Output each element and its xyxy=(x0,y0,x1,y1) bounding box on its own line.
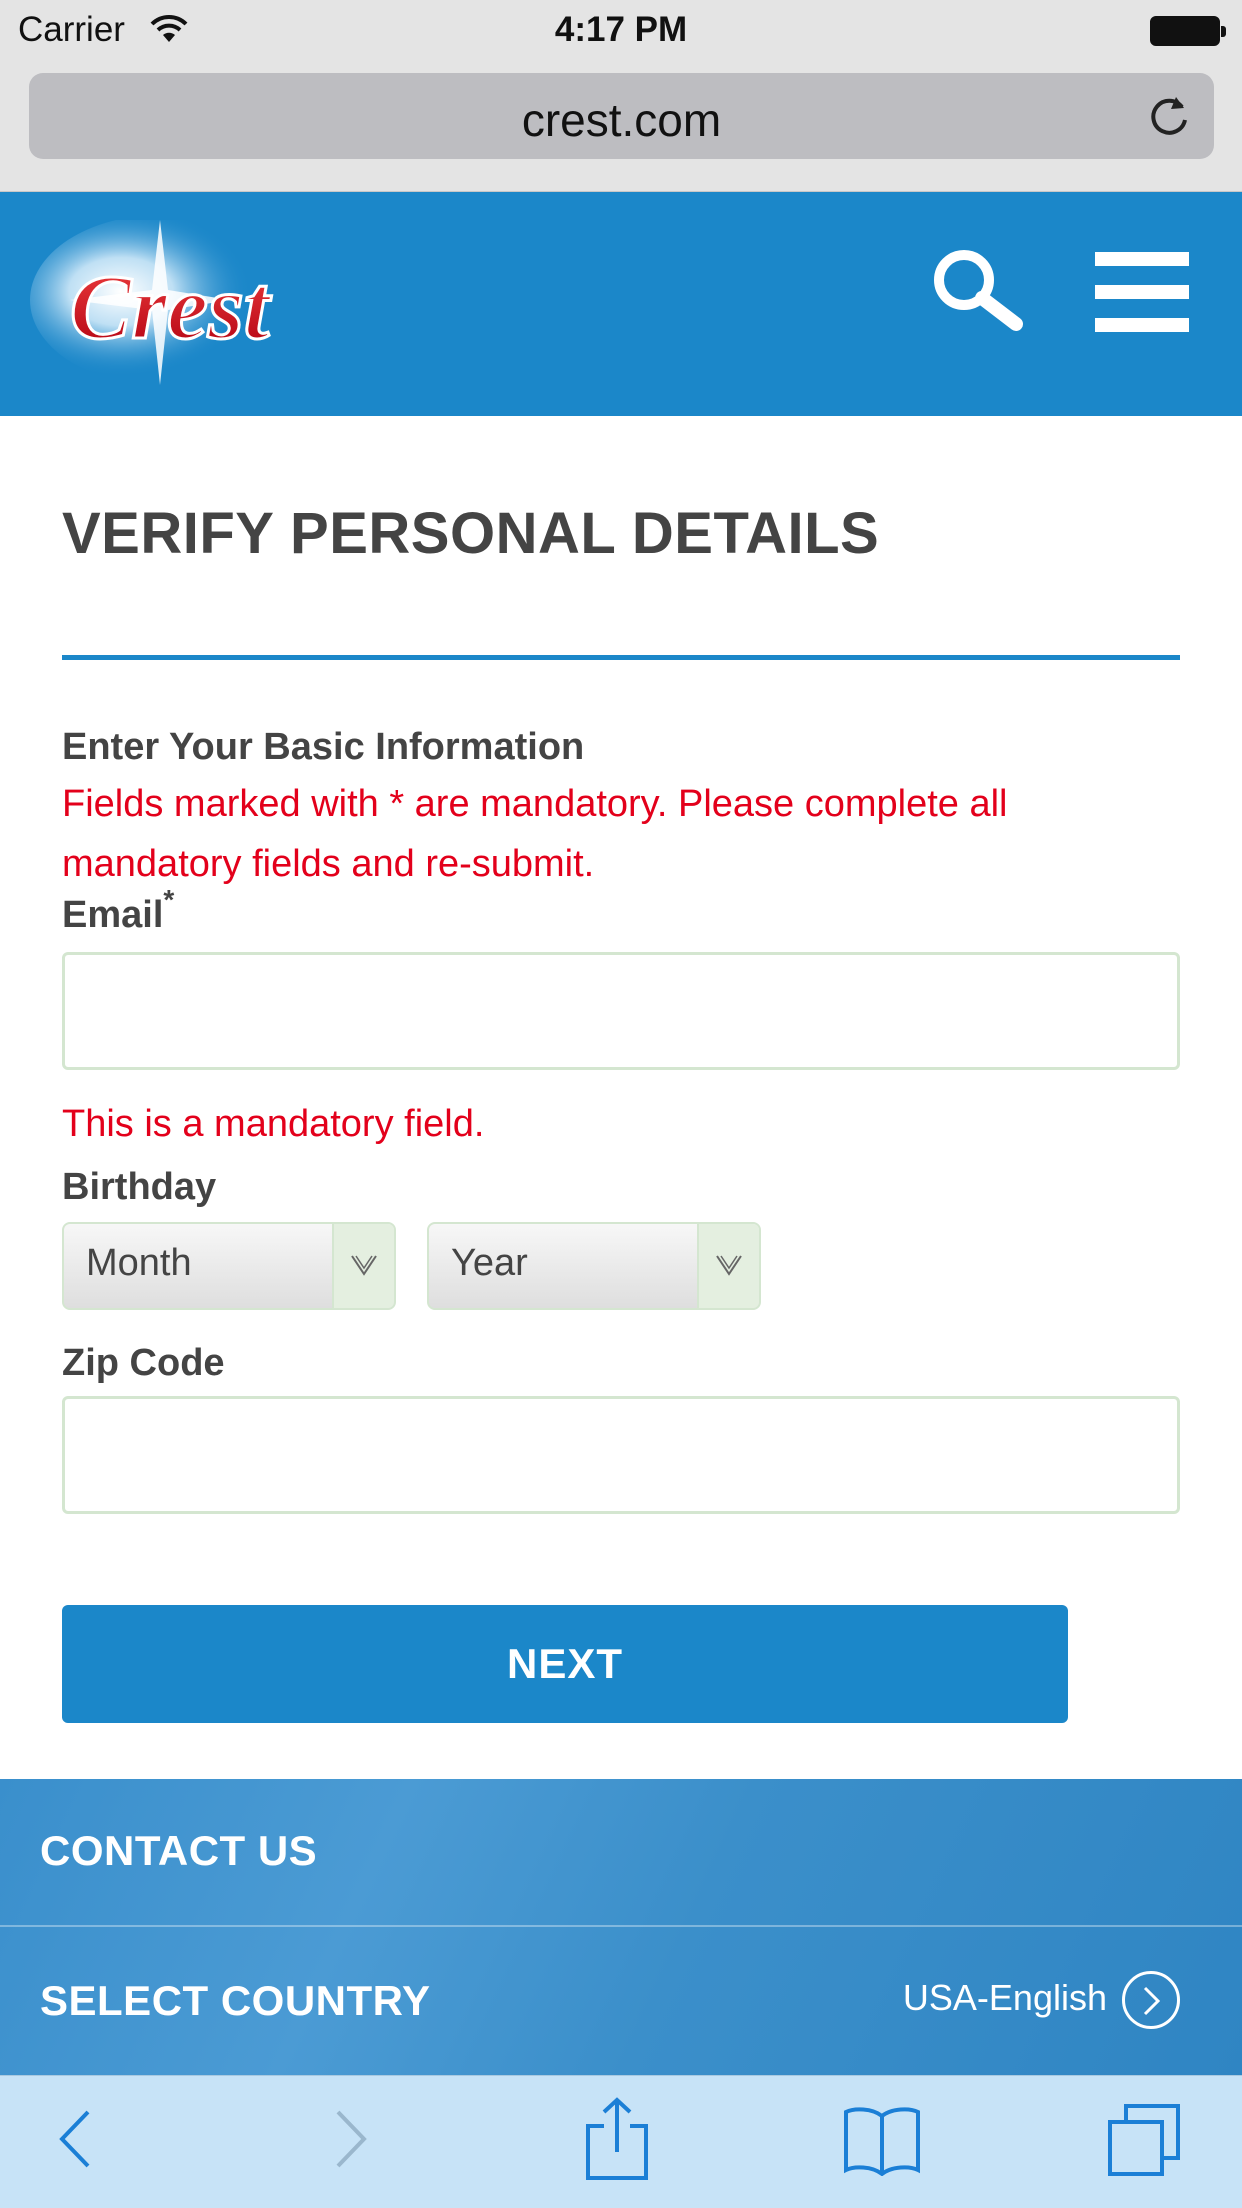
email-error: This is a mandatory field. xyxy=(62,1103,485,1145)
select-country-label: SELECT COUNTRY xyxy=(40,1977,431,2024)
year-select-arrow xyxy=(697,1224,759,1308)
share-icon[interactable] xyxy=(584,2096,650,2182)
month-select-value: Month xyxy=(86,1242,192,1284)
reload-icon[interactable] xyxy=(1146,93,1192,139)
title-divider xyxy=(62,655,1180,660)
browser-toolbar xyxy=(0,2075,1242,2208)
form-error-message: Fields marked with * are mandatory. Plea… xyxy=(62,783,1008,885)
status-time: 4:17 PM xyxy=(554,10,688,49)
zip-code-field[interactable] xyxy=(62,1396,1180,1514)
search-icon[interactable] xyxy=(926,244,1026,344)
forward-icon[interactable] xyxy=(330,2104,370,2174)
chevron-down-icon xyxy=(351,1255,377,1276)
page-title: VERIFY PERSONAL DETAILS xyxy=(62,501,880,566)
email-label-text: Email xyxy=(62,894,164,936)
site-footer: CONTACT US SELECT COUNTRY USA-English xyxy=(0,1779,1242,2075)
birthday-month-select[interactable]: Month xyxy=(62,1222,396,1310)
select-country-row[interactable]: SELECT COUNTRY USA-English xyxy=(0,1929,1242,2077)
crest-logo[interactable]: Crest xyxy=(30,220,430,390)
zip-label: Zip Code xyxy=(62,1342,225,1384)
back-icon[interactable] xyxy=(56,2104,96,2174)
birthday-year-select[interactable]: Year xyxy=(427,1222,761,1310)
browser-address-area: crest.com xyxy=(0,62,1242,192)
address-bar[interactable]: crest.com xyxy=(29,73,1214,159)
email-field[interactable] xyxy=(62,952,1180,1070)
month-select-arrow xyxy=(332,1224,394,1308)
chevron-right-icon xyxy=(1143,1986,1161,2016)
contact-us-row[interactable]: CONTACT US xyxy=(0,1779,1242,1927)
country-value[interactable]: USA-English xyxy=(903,1977,1107,2019)
bookmarks-icon[interactable] xyxy=(842,2106,922,2176)
tabs-icon[interactable] xyxy=(1106,2102,1182,2178)
status-bar: Carrier 4:17 PM xyxy=(0,0,1242,62)
next-button[interactable]: NEXT xyxy=(62,1605,1068,1723)
battery-icon xyxy=(1150,16,1226,46)
required-asterisk: * xyxy=(163,884,175,915)
birthday-label: Birthday xyxy=(62,1166,217,1208)
contact-us-link[interactable]: CONTACT US xyxy=(40,1827,317,1875)
email-label: Email* xyxy=(62,884,174,937)
section-label: Enter Your Basic Information xyxy=(62,726,585,768)
site-header: Crest xyxy=(0,192,1242,416)
chevron-down-icon xyxy=(716,1255,742,1276)
crest-logo-text: Crest xyxy=(70,256,272,358)
url-text: crest.com xyxy=(521,94,722,146)
year-select-value: Year xyxy=(451,1242,528,1284)
hamburger-menu-icon[interactable] xyxy=(1095,252,1189,332)
chevron-right-circle-icon[interactable] xyxy=(1122,1971,1180,2029)
